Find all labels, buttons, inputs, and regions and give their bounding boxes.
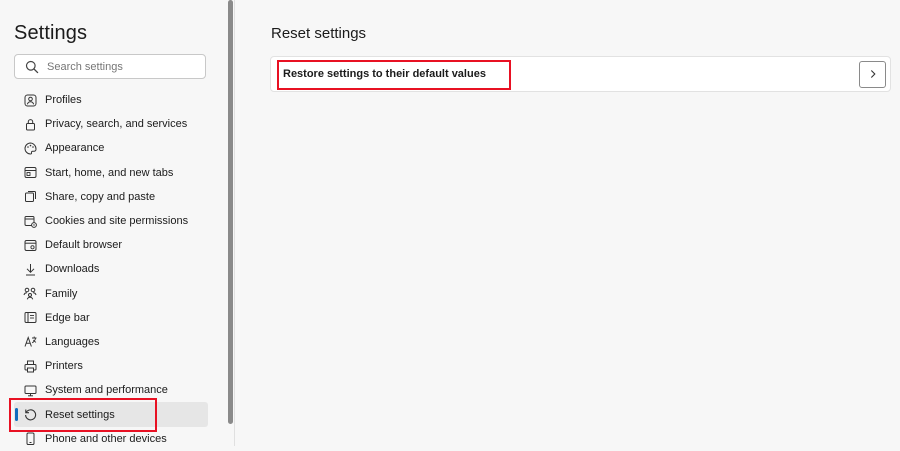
sidebar-item-label: System and performance (45, 384, 168, 397)
sidebar-item-cookies[interactable]: Cookies and site permissions (14, 209, 208, 233)
search-box[interactable] (14, 54, 206, 79)
system-icon (23, 383, 37, 397)
reset-icon (23, 408, 37, 422)
sidebar-item-label: Privacy, search, and services (45, 118, 188, 131)
sidebar-scrollbar[interactable] (228, 0, 233, 424)
chevron-right-icon (868, 66, 878, 84)
sidebar-item-start-home[interactable]: Start, home, and new tabs (14, 161, 208, 185)
sidebar-item-printers[interactable]: Printers (14, 354, 208, 378)
sidebar-item-label: Profiles (45, 94, 82, 107)
restore-defaults-label: Restore settings to their default values (283, 68, 486, 80)
pane-divider (234, 0, 235, 446)
sidebar-item-label: Default browser (45, 239, 123, 252)
search-input[interactable] (47, 57, 197, 76)
profile-icon (23, 93, 37, 107)
lock-icon (23, 117, 37, 131)
browser-icon (23, 238, 37, 252)
sidebar-item-languages[interactable]: Languages (14, 330, 208, 354)
sidebar-item-profiles[interactable]: Profiles (14, 88, 208, 112)
sidebar-title: Settings (14, 22, 88, 44)
sidebar-item-label: Appearance (45, 142, 105, 155)
sidebar-item-label: Cookies and site permissions (45, 215, 189, 228)
sidebar-item-family[interactable]: Family (14, 282, 208, 306)
sidebar-item-edge-bar[interactable]: Edge bar (14, 306, 208, 330)
sidebar-item-system[interactable]: System and performance (14, 378, 208, 402)
sidebar-item-label: Reset settings (45, 408, 115, 421)
edge-bar-icon (23, 311, 37, 325)
sidebar-item-appearance[interactable]: Appearance (14, 136, 208, 160)
family-icon (23, 287, 37, 301)
printer-icon (23, 359, 37, 373)
search-icon (25, 60, 39, 74)
sidebar-item-label: Start, home, and new tabs (45, 166, 174, 179)
sidebar-item-share[interactable]: Share, copy and paste (14, 185, 208, 209)
settings-sidebar: Settings Profiles Privacy, search, and s… (0, 0, 226, 446)
sidebar-item-privacy[interactable]: Privacy, search, and services (14, 112, 208, 136)
sidebar-item-downloads[interactable]: Downloads (14, 257, 208, 281)
sidebar-item-label: Phone and other devices (45, 432, 167, 445)
sidebar-item-label: Family (45, 287, 78, 300)
share-icon (23, 190, 37, 204)
phone-icon (23, 432, 37, 446)
sidebar-item-label: Languages (45, 335, 100, 348)
sidebar-item-label: Printers (45, 360, 83, 373)
restore-defaults-row[interactable]: Restore settings to their default values (270, 56, 891, 92)
sidebar-item-label: Edge bar (45, 311, 90, 324)
sidebar-item-phone-devices[interactable]: Phone and other devices (14, 427, 208, 451)
restore-defaults-button[interactable] (859, 61, 886, 88)
sidebar-item-reset-settings[interactable]: Reset settings (14, 402, 208, 427)
sidebar-item-label: Downloads (45, 263, 100, 276)
page-title: Reset settings (271, 25, 367, 42)
settings-nav: Profiles Privacy, search, and services A… (14, 88, 208, 451)
sidebar-item-label: Share, copy and paste (45, 190, 156, 203)
cookie-permissions-icon (23, 214, 37, 228)
download-icon (23, 262, 37, 276)
palette-icon (23, 141, 37, 155)
home-tabs-icon (23, 166, 37, 180)
sidebar-item-default-browser[interactable]: Default browser (14, 233, 208, 257)
language-icon (23, 335, 37, 349)
